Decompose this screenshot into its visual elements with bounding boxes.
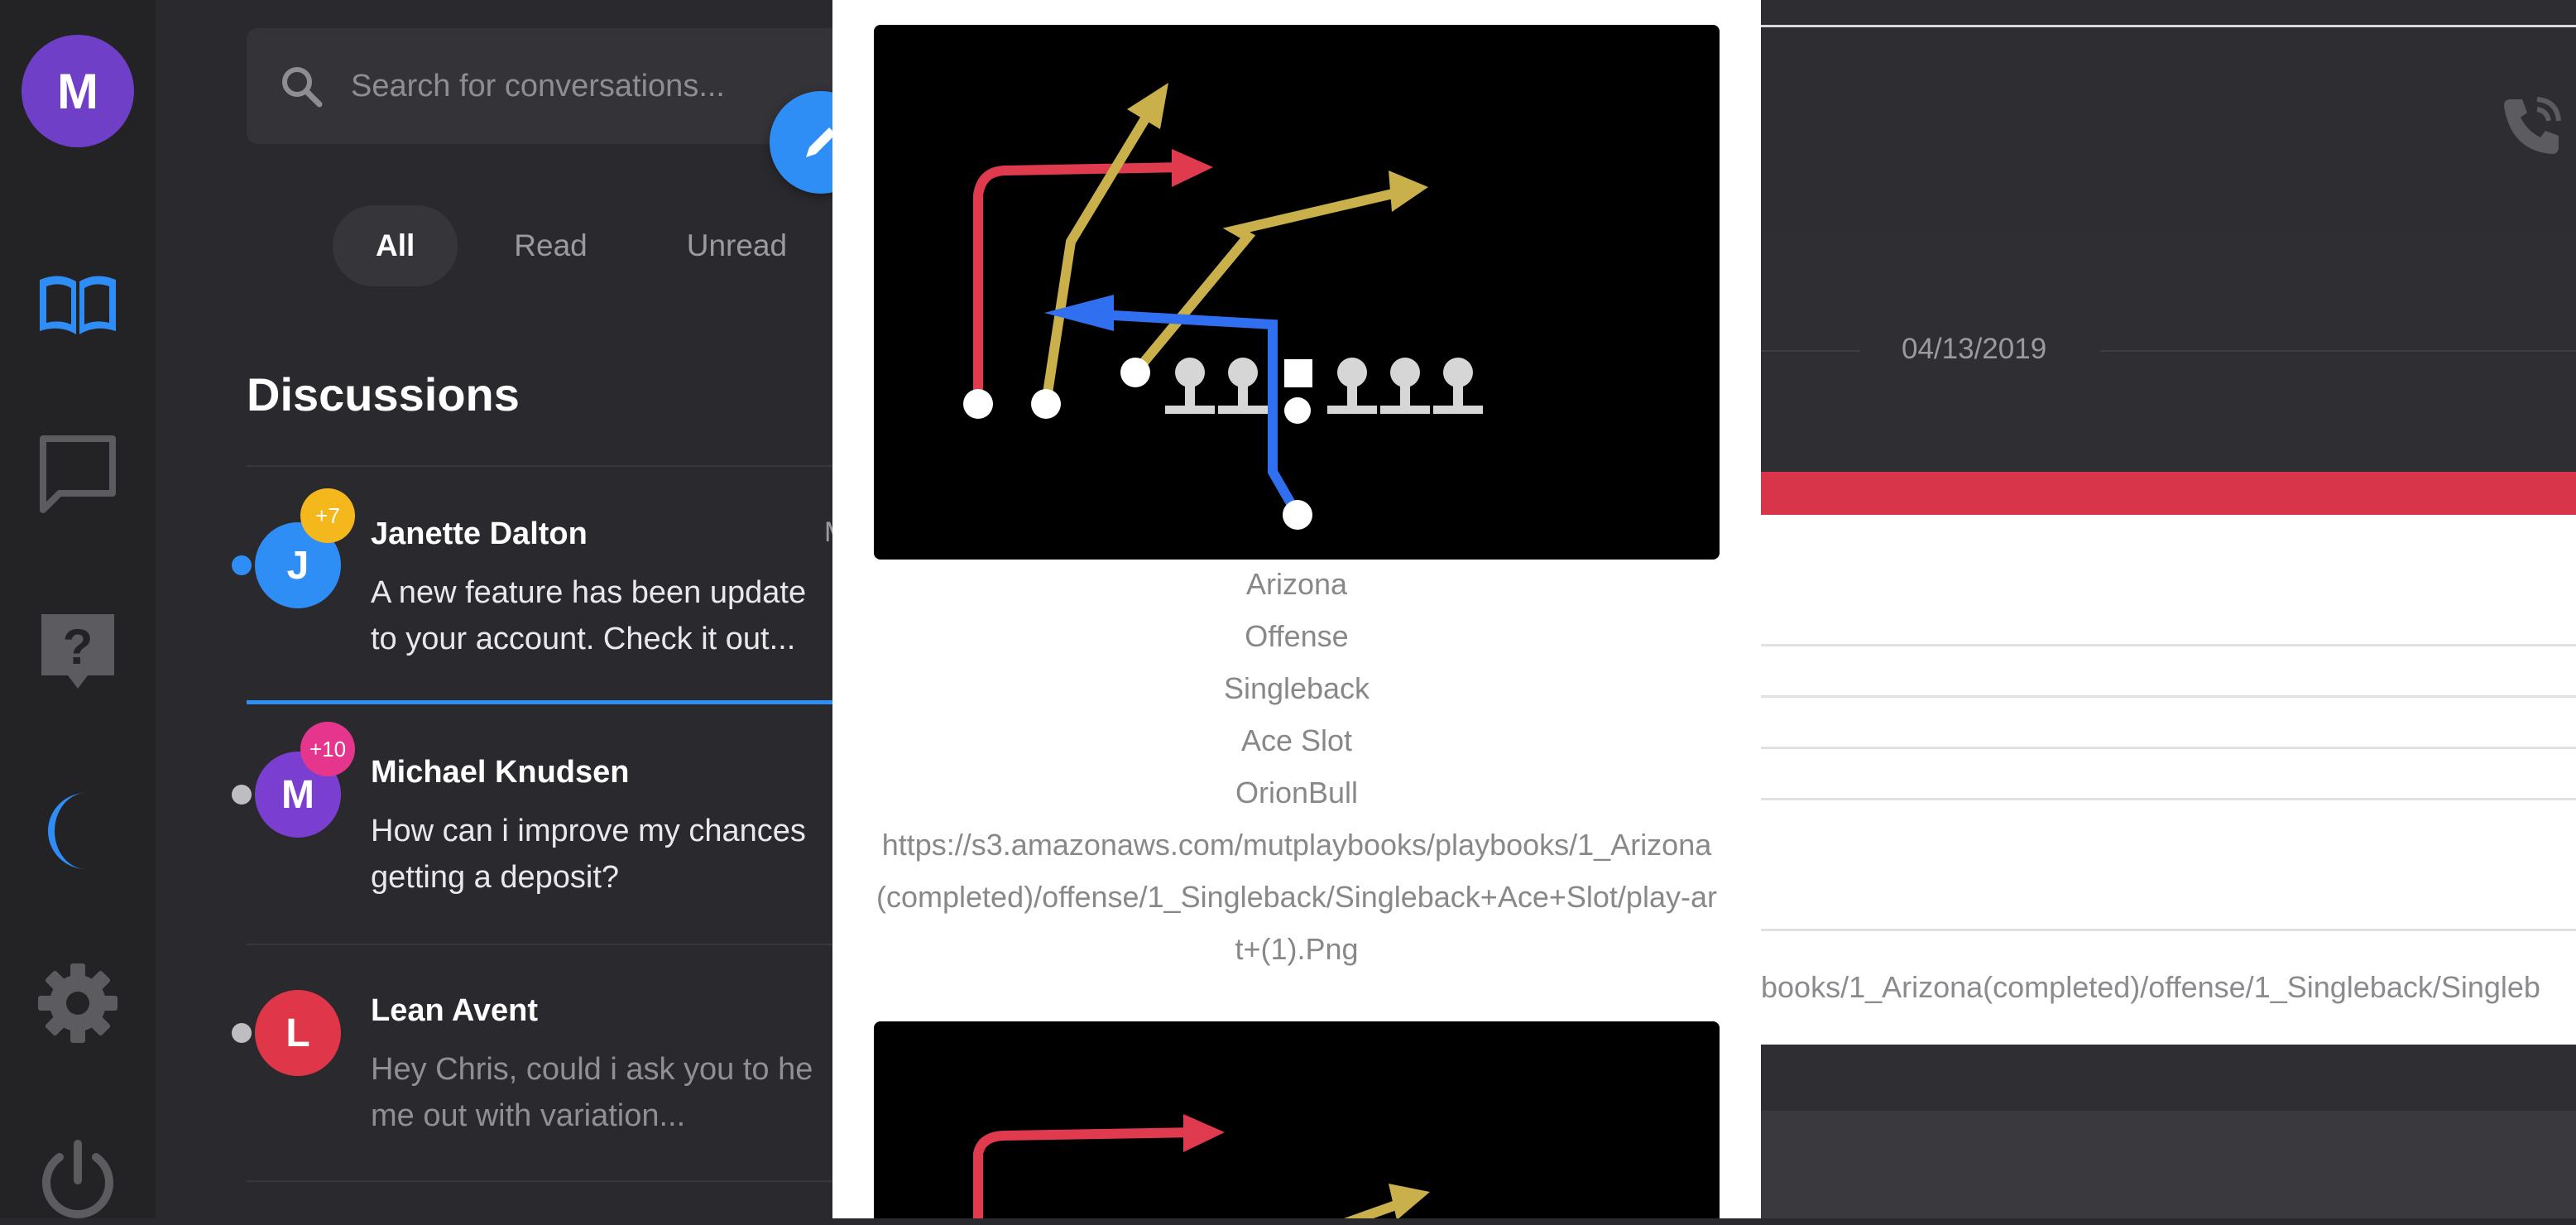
- divider: [247, 944, 834, 945]
- team-label: Arizona: [1245, 567, 1348, 601]
- date-rule: [2100, 350, 2576, 352]
- svg-text:?: ?: [63, 619, 94, 675]
- play-diagram: [963, 83, 1483, 530]
- tab-unread[interactable]: Unread: [644, 205, 830, 286]
- user-avatar[interactable]: M: [22, 35, 134, 147]
- card-row-divider: [1761, 929, 2576, 931]
- date-rule: [1761, 350, 1860, 352]
- conversations-panel: All Read Unread Discussions J +7 Janette…: [156, 0, 875, 1218]
- active-item-indicator: [247, 700, 834, 704]
- set-label: Ace Slot: [1240, 723, 1353, 757]
- nav-rail: M ?: [0, 0, 156, 1218]
- avatar: L: [255, 990, 341, 1076]
- play-art-url[interactable]: https://s3.amazonaws.com/mutplaybooks/pl…: [874, 819, 1720, 975]
- book-icon[interactable]: [35, 262, 121, 348]
- chat-icon[interactable]: [35, 430, 121, 516]
- formation-label: Singleback: [1223, 671, 1370, 705]
- message-card: books/1_Arizona(completed)/offense/1_Sin…: [1761, 515, 2576, 1045]
- message-preview: me out with variation...: [371, 1098, 686, 1133]
- message-preview: to your account. Check it out...: [371, 622, 796, 656]
- chat-panel: 04/13/2019 books/1_Arizona(completed)/of…: [1761, 0, 2576, 1218]
- message-preview: How can i improve my chances: [371, 814, 806, 848]
- unread-count-badge: +10: [300, 722, 355, 776]
- discussions-title: Discussions: [247, 368, 520, 420]
- offline-status-dot: [232, 1023, 252, 1043]
- power-icon[interactable]: [35, 1139, 121, 1225]
- card-url[interactable]: books/1_Arizona(completed)/offense/1_Sin…: [1761, 970, 2540, 1005]
- divider: [247, 1180, 834, 1182]
- divider: [247, 465, 834, 467]
- help-icon[interactable]: ?: [35, 609, 121, 695]
- contact-name: Michael Knudsen: [371, 755, 630, 790]
- filter-tabs: All Read Unread: [333, 205, 830, 286]
- play-art-modal: Arizona Offense Singleback Ace Slot Orio…: [832, 0, 1761, 1218]
- gear-icon[interactable]: [35, 960, 121, 1046]
- play-name-label: OrionBull: [1235, 776, 1359, 809]
- card-row-divider: [1761, 798, 2576, 800]
- chat-header: [1761, 0, 2576, 233]
- side-label: Offense: [1245, 619, 1349, 653]
- message-date: 04/13/2019: [1902, 333, 2047, 365]
- offline-status-dot: [232, 785, 252, 805]
- online-status-dot: [232, 555, 252, 575]
- message-preview: Hey Chris, could i ask you to he: [371, 1052, 813, 1087]
- play-art-image: [874, 25, 1720, 560]
- discussion-item[interactable]: M +10 Michael Knudsen How can i improve …: [156, 720, 834, 927]
- search-input[interactable]: [349, 67, 816, 105]
- card-row-divider: [1761, 644, 2576, 646]
- header-rule: [1761, 25, 2576, 27]
- card-row-divider: [1761, 747, 2576, 749]
- discussion-item[interactable]: L Lean Avent Hey Chris, could i ask you …: [156, 958, 834, 1165]
- discussion-item[interactable]: J +7 Janette Dalton M A new feature has …: [156, 482, 847, 689]
- play-art-image: [874, 1021, 1720, 1218]
- message-preview: A new feature has been update: [371, 575, 807, 610]
- tab-read[interactable]: Read: [471, 205, 630, 286]
- play-caption: Arizona Offense Singleback Ace Slot Orio…: [874, 558, 1720, 975]
- chat-footer: [1761, 1111, 2576, 1218]
- phone-call-icon[interactable]: [2499, 93, 2565, 159]
- date-separator: 04/13/2019: [1761, 333, 2576, 365]
- message-card-header: [1761, 472, 2576, 515]
- search-icon: [282, 67, 323, 108]
- moon-icon[interactable]: [35, 788, 121, 874]
- unread-count-badge: +7: [300, 488, 355, 543]
- contact-name: Janette Dalton: [371, 516, 588, 551]
- play-diagram: [973, 1114, 1430, 1218]
- tab-all[interactable]: All: [333, 205, 458, 286]
- contact-name: Lean Avent: [371, 993, 539, 1028]
- card-row-divider: [1761, 695, 2576, 698]
- message-preview: getting a deposit?: [371, 860, 620, 895]
